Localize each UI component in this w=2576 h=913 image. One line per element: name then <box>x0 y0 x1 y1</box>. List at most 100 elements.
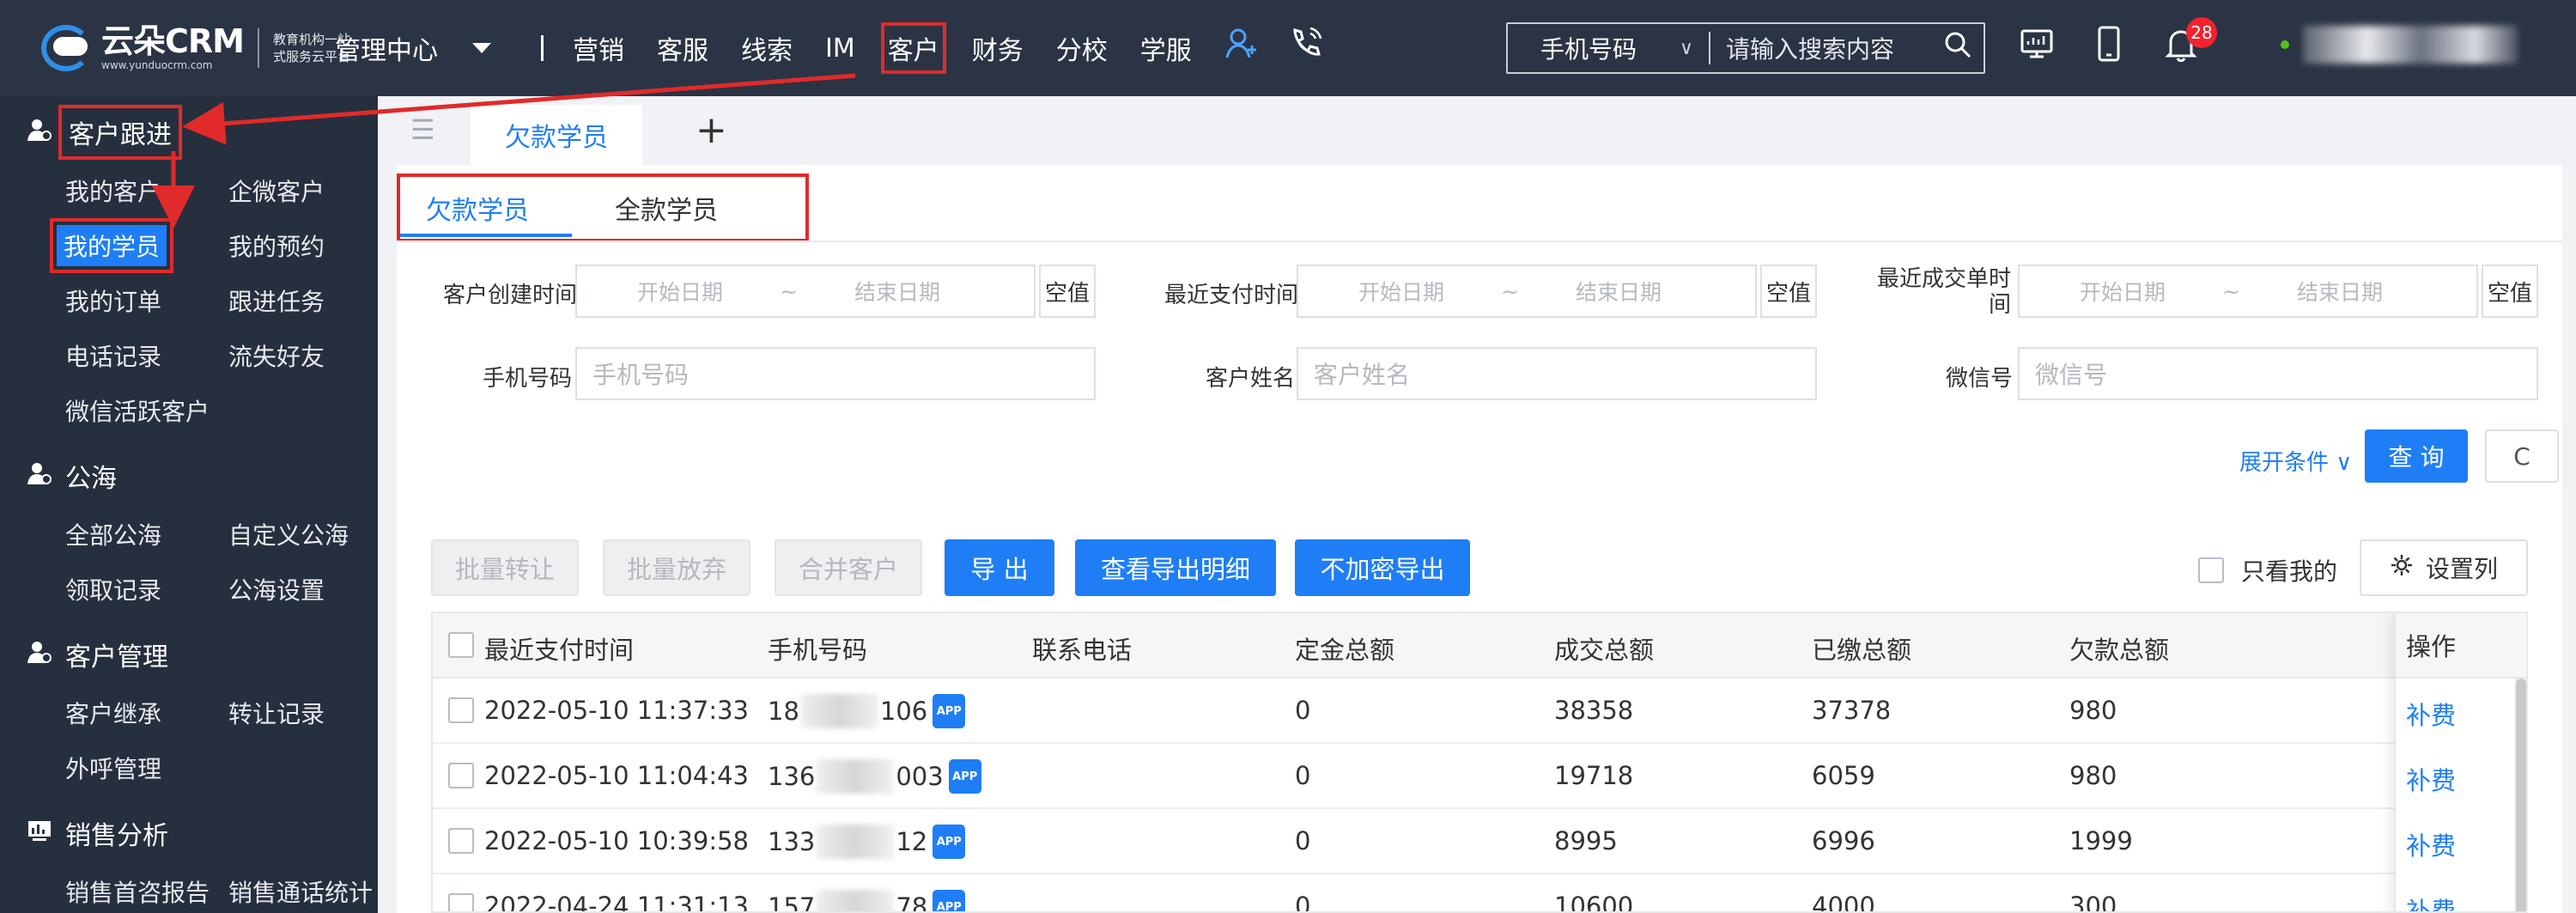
start-date-placeholder: 开始日期 <box>637 280 724 305</box>
sidebar-item-followup-tasks[interactable]: 跟进任务 <box>228 283 325 318</box>
checkbox[interactable] <box>2198 557 2224 583</box>
nav-management-center[interactable]: 管理中心 <box>335 29 491 67</box>
col-last-pay-time[interactable]: 最近支付时间 <box>484 630 634 666</box>
search-icon[interactable] <box>1932 30 1984 67</box>
deal-time-range[interactable]: 开始日期 ~ 结束日期 <box>2018 265 2478 318</box>
table-row[interactable]: 2022-05-10 10:39:58 133 12 APP 0 8995 699… <box>433 809 2526 874</box>
nav-branch[interactable]: 分校 <box>1056 29 1108 67</box>
customer-name-input[interactable]: 客户姓名 <box>1297 347 1817 400</box>
app-tag: APP <box>933 890 966 911</box>
supplement-fee-link[interactable]: 补费 <box>2406 761 2456 797</box>
table-row[interactable]: 2022-05-10 11:04:43 136 003 APP 0 19718 6… <box>433 744 2526 809</box>
nav-leads[interactable]: 线索 <box>741 29 793 67</box>
create-time-null-button[interactable]: 空值 <box>1039 265 1096 318</box>
row-phone[interactable]: 136 003 APP <box>768 759 981 794</box>
row-deal-total: 10600 <box>1554 892 1634 913</box>
supplement-fee-link[interactable]: 补费 <box>2406 892 2456 911</box>
sidebar-item-sales-call-stats[interactable]: 销售通话统计 <box>228 874 373 909</box>
search-input[interactable]: 请输入搜索内容 <box>1710 31 1932 65</box>
sidebar-item-claim-records[interactable]: 领取记录 <box>65 572 161 606</box>
row-phone[interactable]: 18 106 APP <box>768 694 966 728</box>
sidebar-item-outbound-management[interactable]: 外呼管理 <box>65 751 161 785</box>
set-columns-button[interactable]: 设置列 <box>2360 539 2528 596</box>
tab-arrears-students[interactable]: 欠款学员 <box>471 105 642 165</box>
nav-service[interactable]: 客服 <box>657 29 708 67</box>
unencrypted-export-button[interactable]: 不加密导出 <box>1295 539 1470 596</box>
expand-conditions-link[interactable]: 展开条件 ∨ <box>2239 445 2352 477</box>
sidebar-item-all-pool[interactable]: 全部公海 <box>65 517 161 551</box>
subtab-arrears[interactable]: 欠款学员 <box>400 177 572 239</box>
supplement-fee-link[interactable]: 补费 <box>2406 696 2456 732</box>
add-tab-button[interactable]: + <box>696 108 727 152</box>
view-export-detail-button[interactable]: 查看导出明细 <box>1075 539 1276 596</box>
scrollbar-thumb[interactable] <box>2516 679 2526 911</box>
sidebar-section-customer-followup[interactable]: 客户跟进 <box>0 105 378 160</box>
subtab-full-payment[interactable]: 全款学员 <box>615 177 718 239</box>
supplement-fee-link[interactable]: 补费 <box>2406 826 2456 862</box>
sidebar-section-sales-analysis[interactable]: 销售分析 <box>0 809 378 857</box>
sidebar-item-pool-settings[interactable]: 公海设置 <box>228 572 325 606</box>
merge-customer-button[interactable]: 合并客户 <box>775 539 922 596</box>
nav-customer[interactable]: 客户 <box>880 22 946 74</box>
sidebar-item-my-orders[interactable]: 我的订单 <box>65 283 161 318</box>
pay-time-null-button[interactable]: 空值 <box>1760 265 1817 318</box>
export-button[interactable]: 导 出 <box>945 539 1054 596</box>
sidebar-section-customer-management[interactable]: 客户管理 <box>0 630 378 679</box>
sidebar-section-public-pool[interactable]: 公海 <box>0 452 378 500</box>
query-button[interactable]: 查 询 <box>2365 429 2468 483</box>
top-nav: 管理中心 营销 客服 线索 IM 客户 财务 分校 学服 <box>335 0 1352 96</box>
sidebar-item-my-appointments[interactable]: 我的预约 <box>228 228 325 263</box>
col-paid-total[interactable]: 已缴总额 <box>1812 630 1911 666</box>
menu-fold-icon[interactable]: ☰ <box>410 113 435 146</box>
nav-marketing[interactable]: 营销 <box>573 29 624 67</box>
subtab-divider <box>397 240 2562 242</box>
sidebar-item-lost-friends[interactable]: 流失好友 <box>228 338 325 373</box>
sidebar-item-my-customers[interactable]: 我的客户 <box>65 173 161 208</box>
row-checkbox[interactable] <box>448 763 474 788</box>
only-mine-checkbox[interactable]: 只看我的 <box>2198 553 2337 587</box>
row-deposit: 0 <box>1295 696 1311 725</box>
col-phone[interactable]: 手机号码 <box>768 630 867 666</box>
row-checkbox[interactable] <box>448 893 474 911</box>
sidebar-item-custom-pool[interactable]: 自定义公海 <box>228 517 349 551</box>
sidebar-item-call-records[interactable]: 电话记录 <box>65 338 161 373</box>
mobile-icon[interactable] <box>2093 26 2124 70</box>
select-all-checkbox[interactable] <box>448 632 474 658</box>
create-time-range[interactable]: 开始日期 ~ 结束日期 <box>575 265 1036 318</box>
deal-time-null-button[interactable]: 空值 <box>2482 265 2538 318</box>
sidebar-item-sales-first-report[interactable]: 销售首咨报告 <box>65 874 210 909</box>
sidebar-item-wechat-active[interactable]: 微信活跃客户 <box>65 393 210 428</box>
brand-logo[interactable]: 云朵CRM www.yunduocrm.com 教育机构一站式服务云平台 <box>38 17 359 79</box>
sidebar-item-wecom-customers[interactable]: 企微客户 <box>228 173 325 208</box>
row-phone[interactable]: 157 78 APP <box>768 890 966 911</box>
user-icon <box>26 640 53 670</box>
nav-student-service[interactable]: 学服 <box>1140 29 1192 67</box>
table-row[interactable]: 2022-05-10 11:37:33 18 106 APP 0 38358 37… <box>433 679 2526 744</box>
table-scrollbar[interactable] <box>2514 679 2526 911</box>
col-deal-total[interactable]: 成交总额 <box>1554 630 1654 666</box>
col-contact-phone[interactable]: 联系电话 <box>1032 630 1132 666</box>
bell-icon[interactable]: 28 <box>2164 17 2217 70</box>
user-menu[interactable] <box>2281 26 2576 64</box>
row-checkbox[interactable] <box>448 828 474 854</box>
nav-im[interactable]: IM <box>825 33 855 64</box>
col-arrears-total[interactable]: 欠款总额 <box>2069 630 2169 666</box>
nav-finance[interactable]: 财务 <box>972 29 1024 67</box>
batch-abandon-button[interactable]: 批量放弃 <box>603 539 750 596</box>
sidebar-item-transfer-records[interactable]: 转让记录 <box>228 696 325 730</box>
phone-call-icon[interactable] <box>1288 27 1322 70</box>
row-checkbox[interactable] <box>448 697 474 723</box>
search-type-select[interactable]: 手机号码 ∨ <box>1508 32 1710 64</box>
pay-time-range[interactable]: 开始日期 ~ 结束日期 <box>1297 265 1757 318</box>
table-row[interactable]: 2022-04-24 11:31:13 157 78 APP 0 10600 40… <box>433 874 2526 913</box>
row-phone[interactable]: 133 12 APP <box>768 825 966 859</box>
col-deposit-total[interactable]: 定金总额 <box>1295 630 1394 666</box>
sidebar-item-customer-inherit[interactable]: 客户继承 <box>65 696 161 730</box>
refresh-icon[interactable]: C <box>2485 429 2559 483</box>
user-add-icon[interactable] <box>1224 27 1259 70</box>
batch-transfer-button[interactable]: 批量转让 <box>431 539 579 596</box>
monitor-icon[interactable] <box>2020 27 2054 70</box>
wechat-input[interactable]: 微信号 <box>2018 347 2538 400</box>
phone-input[interactable]: 手机号码 <box>575 347 1096 400</box>
sidebar-item-my-students[interactable]: 我的学员 <box>49 218 174 273</box>
